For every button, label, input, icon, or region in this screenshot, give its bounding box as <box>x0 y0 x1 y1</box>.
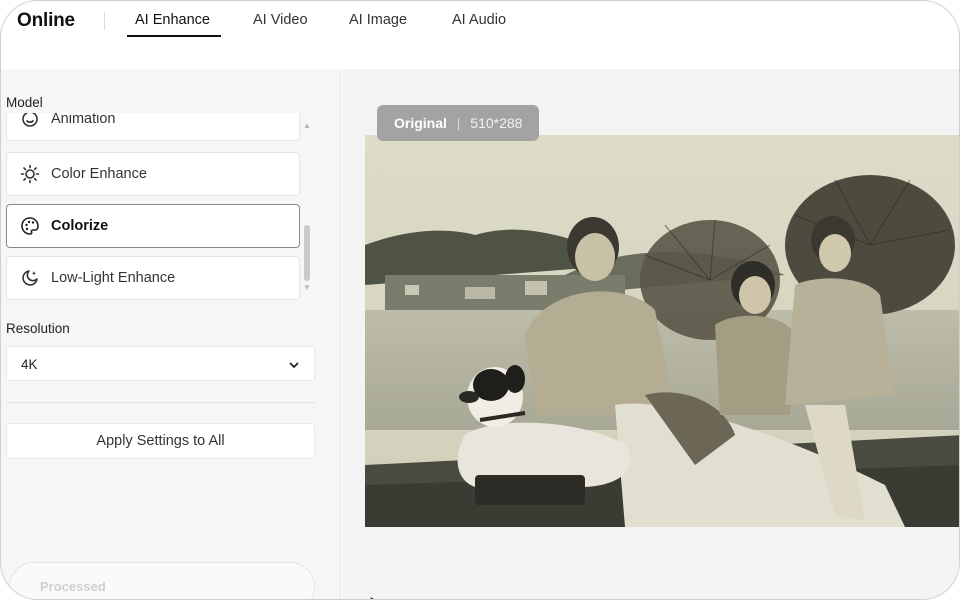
apply-settings-to-all-button[interactable]: Apply Settings to All <box>6 423 315 459</box>
original-size-badge: Original | 510*288 <box>377 105 540 141</box>
top-navigation: Online AI Enhance AI Video AI Image AI A… <box>1 1 959 69</box>
moon-sparkle-icon <box>19 267 41 289</box>
scroll-up-arrow-icon[interactable]: ▲ <box>303 121 311 130</box>
model-item-low-light-enhance[interactable]: Low-Light Enhance <box>6 256 300 300</box>
smile-icon <box>19 113 41 130</box>
model-item-label: Animation <box>51 113 116 127</box>
tab-ai-image[interactable]: AI Image <box>349 12 407 28</box>
model-list-scrollbar[interactable]: ▲ ▼ <box>302 119 312 299</box>
preview-area: Original | 510*288 <box>342 69 959 599</box>
tab-ai-video[interactable]: AI Video <box>253 12 308 28</box>
tab-ai-audio[interactable]: AI Audio <box>452 12 506 28</box>
model-item-label: Colorize <box>51 218 109 234</box>
preview-image[interactable] <box>365 135 959 527</box>
mouse-cursor-icon <box>369 593 381 599</box>
original-label: Original <box>394 115 447 131</box>
badge-separator: | <box>456 115 461 131</box>
settings-panel: Model Animation Color Enhance Colorize L… <box>1 69 341 599</box>
resolution-value: 4K <box>21 357 38 372</box>
model-item-color-enhance[interactable]: Color Enhance <box>6 152 300 196</box>
processed-button[interactable]: Processed <box>9 562 315 599</box>
model-item-animation[interactable]: Animation <box>6 113 300 141</box>
tab-ai-enhance[interactable]: AI Enhance <box>135 12 210 28</box>
sun-icon <box>19 163 41 185</box>
model-item-label: Low-Light Enhance <box>51 270 176 286</box>
processed-label: Processed <box>40 579 106 594</box>
scrollbar-thumb[interactable] <box>304 225 310 281</box>
brand-logo[interactable]: Online <box>17 10 75 32</box>
scroll-down-arrow-icon[interactable]: ▼ <box>303 283 311 292</box>
chevron-down-icon <box>288 358 300 376</box>
image-dimensions: 510*288 <box>470 115 523 131</box>
resolution-section-label: Resolution <box>6 321 70 336</box>
model-list[interactable]: Animation Color Enhance Colorize Low-Lig… <box>6 113 316 303</box>
active-tab-indicator <box>127 35 221 37</box>
model-section-label: Model <box>6 95 43 110</box>
divider <box>6 402 315 403</box>
app-window: Online AI Enhance AI Video AI Image AI A… <box>0 0 960 600</box>
resolution-select[interactable]: 4K <box>6 346 315 381</box>
model-item-label: Color Enhance <box>51 166 147 182</box>
brand-divider <box>104 12 105 30</box>
model-item-colorize[interactable]: Colorize <box>6 204 300 248</box>
palette-icon <box>19 215 41 237</box>
